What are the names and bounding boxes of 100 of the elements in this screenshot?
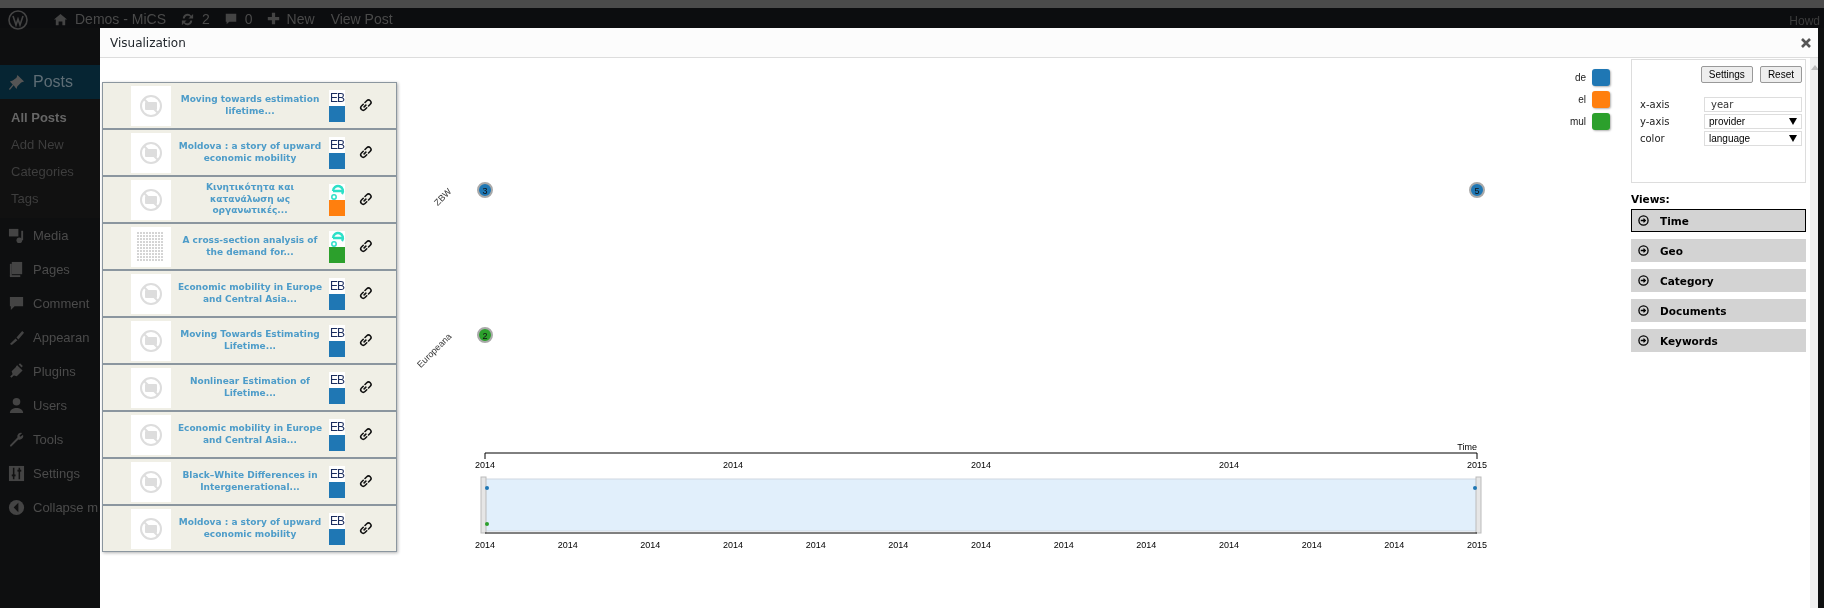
sidebar-item[interactable]: Plugins	[0, 354, 100, 388]
axis-tick-label: 2015	[1467, 460, 1487, 470]
close-icon[interactable]	[1800, 36, 1812, 49]
sidebar-item[interactable]: Collapse m	[0, 490, 100, 524]
text-field[interactable]: year	[1704, 96, 1802, 112]
sidebar-item[interactable]: Pages	[0, 252, 100, 286]
submenu-item[interactable]: All Posts	[0, 104, 100, 131]
document-card[interactable]: Black–White Differences in Intergenerational... EB	[102, 458, 397, 505]
sidebar-item[interactable]: Media	[0, 218, 100, 252]
arrow-circle-icon	[1638, 305, 1649, 316]
document-title-link[interactable]: Moldova : a story of upward economic mobility	[175, 141, 325, 164]
document-card[interactable]: Moldova : a story of upward economic mobility EB	[102, 505, 397, 552]
data-bubble[interactable]: 3	[477, 182, 493, 198]
link-icon[interactable]	[358, 380, 372, 395]
link-icon[interactable]	[358, 427, 372, 442]
legend-swatch[interactable]	[1592, 91, 1610, 108]
pin-icon	[8, 73, 25, 91]
document-card[interactable]: Κινητικότητα και κατανάλωση ως οργανωτικές...	[102, 176, 397, 223]
panel-button[interactable]: Settings	[1700, 66, 1753, 83]
provider-logo: EB	[329, 418, 345, 435]
document-title-link[interactable]: Black–White Differences in Intergenerational...	[175, 470, 325, 493]
view-button[interactable]: Keywords	[1631, 329, 1806, 352]
dropdown[interactable]: language	[1704, 130, 1802, 146]
document-card[interactable]: Nonlinear Estimation of Lifetime... EB	[102, 364, 397, 411]
pages-icon	[8, 260, 25, 278]
sidebar-item[interactable]: Settings	[0, 456, 100, 490]
field-label: x-axis	[1640, 98, 1670, 110]
timeline-tick-label: 2014	[805, 540, 826, 550]
data-bubble[interactable]: 5	[1469, 182, 1485, 198]
provider-logo: EB	[329, 371, 345, 388]
view-button[interactable]: Geo	[1631, 239, 1806, 262]
legend-swatch[interactable]	[1592, 69, 1610, 86]
sidebar-item[interactable]: Posts	[0, 65, 100, 99]
view-button[interactable]: Time	[1631, 209, 1806, 232]
provider-logo-icon	[329, 230, 345, 247]
sidebar-item[interactable]: Appearan	[0, 320, 100, 354]
wrench-icon	[8, 430, 25, 448]
link-icon[interactable]	[358, 521, 372, 536]
timeline-tick-label: 2014	[640, 540, 661, 550]
legend-label: de	[1574, 72, 1586, 83]
document-title-link[interactable]: Economic mobility in Europe and Central Asia...	[175, 423, 325, 446]
sliders-icon	[8, 464, 25, 482]
document-title-link[interactable]: Moldova : a story of upward economic mobility	[175, 517, 325, 540]
document-card[interactable]: Moving Towards Estimating Lifetime... EB	[102, 317, 397, 364]
link-icon[interactable]	[358, 286, 372, 301]
dropdown[interactable]: provider	[1704, 113, 1802, 129]
timeline-tick-label: 2014	[1053, 540, 1074, 550]
arrow-circle-icon	[1638, 335, 1649, 346]
timeline-tick-label: 2014	[1136, 540, 1157, 550]
update-count: 2	[202, 10, 210, 29]
timeline-tick-label: 2014	[475, 540, 495, 550]
timeline-tick-label: 2014	[971, 540, 991, 550]
arrow-circle-icon	[1638, 245, 1649, 256]
document-title-link[interactable]: Κινητικότητα και κατανάλωση ως οργανωτικές...	[175, 182, 325, 217]
view-post-link[interactable]: View Post	[330, 8, 393, 30]
sidebar-item[interactable]: Tools	[0, 422, 100, 456]
sidebar-item[interactable]: Comment	[0, 286, 100, 320]
comment-count: 0	[244, 10, 253, 29]
site-name-link[interactable]: Demos - MiCS	[75, 8, 166, 30]
provider-logo: EB	[329, 277, 345, 294]
new-link[interactable]: New	[286, 8, 315, 30]
axis-tick-label: 2014	[475, 460, 495, 470]
timeline-tick-label: 2014	[1301, 540, 1322, 550]
document-card[interactable]: Economic mobility in Europe and Central Asia... EB	[102, 411, 397, 458]
arrow-circle-icon	[1638, 215, 1649, 226]
view-button[interactable]: Category	[1631, 269, 1806, 292]
sidebar-item[interactable]: Users	[0, 388, 100, 422]
modal-title: Visualization	[110, 35, 186, 50]
document-card[interactable]: A cross-section analysis of the demand for...	[102, 223, 397, 270]
link-icon[interactable]	[358, 98, 372, 113]
plug-icon	[8, 362, 25, 380]
document-title-link[interactable]: Nonlinear Estimation of Lifetime...	[175, 376, 325, 399]
link-icon[interactable]	[358, 474, 372, 489]
link-icon[interactable]	[358, 333, 372, 348]
document-card[interactable]: Moving towards estimation lifetime... EB	[102, 82, 397, 129]
legend-label: el	[1578, 94, 1586, 105]
document-card[interactable]: Economic mobility in Europe and Central Asia... EB	[102, 270, 397, 317]
document-title-link[interactable]: Economic mobility in Europe and Central Asia...	[175, 282, 325, 305]
arrow-circle-icon	[1638, 275, 1649, 286]
scroll-up-icon[interactable]	[1810, 65, 1819, 70]
document-card[interactable]: Moldova : a story of upward economic mobility EB	[102, 129, 397, 176]
media-icon	[8, 226, 25, 244]
document-title-link[interactable]: Moving towards estimation lifetime...	[175, 94, 325, 117]
timeline-brush[interactable]	[480, 476, 1482, 534]
link-icon[interactable]	[358, 145, 372, 160]
view-button[interactable]: Documents	[1631, 299, 1806, 322]
provider-logo: EB	[329, 512, 345, 529]
document-title-link[interactable]: Moving Towards Estimating Lifetime...	[175, 329, 325, 352]
caret-icon	[1789, 134, 1797, 142]
provider-logo: EB	[329, 136, 345, 153]
data-bubble[interactable]: 2	[477, 327, 493, 343]
brush-icon	[8, 328, 25, 346]
timeline-tick-label: 2014	[1384, 540, 1405, 550]
document-title-link[interactable]: A cross-section analysis of the demand for...	[175, 235, 325, 258]
legend-swatch[interactable]	[1592, 113, 1610, 130]
link-icon[interactable]	[358, 239, 372, 254]
panel-button[interactable]: Reset	[1759, 66, 1802, 83]
link-icon[interactable]	[358, 192, 372, 207]
comment-icon	[8, 294, 25, 312]
views-heading: Views:	[1631, 193, 1671, 205]
